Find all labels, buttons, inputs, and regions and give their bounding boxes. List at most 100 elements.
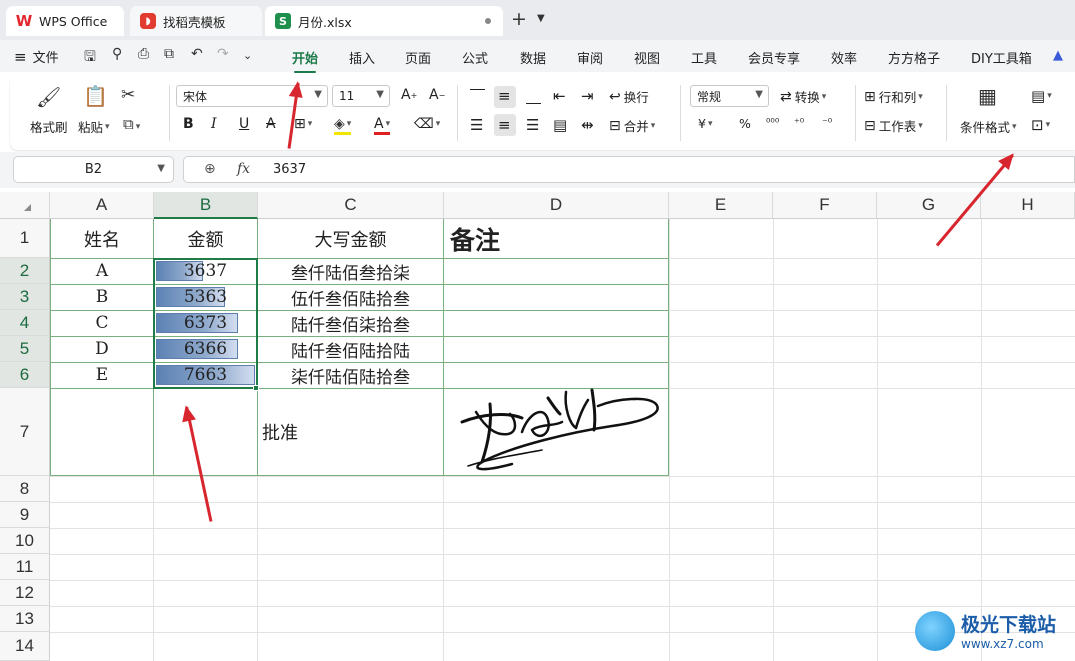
align-left-icon[interactable]: ☰ <box>470 116 483 134</box>
worksheet-button[interactable]: ⊟ 工作表 ▾ <box>864 116 923 135</box>
tab-fangfang[interactable]: 方方格子 <box>888 48 940 67</box>
conditional-format-button[interactable]: 条件格式 ▾ <box>960 117 1017 136</box>
tab-wps-office[interactable]: W WPS Office <box>6 6 124 36</box>
ai-icon[interactable]: ▲ <box>1053 48 1063 63</box>
decrease-decimal-icon[interactable]: ⁻⁰ <box>822 116 832 129</box>
cell-a3[interactable]: B <box>51 284 153 310</box>
col-header-e[interactable]: E <box>669 192 773 219</box>
tab-member[interactable]: 会员专享 <box>748 48 800 67</box>
currency-button[interactable]: ¥ ▾ <box>698 116 712 131</box>
font-color-button[interactable]: A ▾ <box>374 116 391 135</box>
row-header-5[interactable]: 5 <box>0 336 50 362</box>
undo-icon[interactable]: ↶ <box>191 46 203 62</box>
cell-c7[interactable]: 批准 <box>262 388 442 476</box>
cell-style-icon[interactable]: ▤ ▾ <box>1031 87 1052 105</box>
tab-list-chevron-icon[interactable]: ▼ <box>537 13 545 24</box>
save-icon[interactable]: 🖫 <box>84 46 96 70</box>
tab-formula[interactable]: 公式 <box>462 48 488 67</box>
tab-tools[interactable]: 工具 <box>691 48 717 67</box>
font-name-select[interactable]: 宋体 ▼ <box>176 85 328 107</box>
cell-d1[interactable]: 备注 <box>450 219 668 258</box>
tab-template[interactable]: ◗ 找稻壳模板 <box>130 6 262 36</box>
cell-c6[interactable]: 柒仟陆佰陆拾叁 <box>258 362 443 388</box>
cell-a2[interactable]: A <box>51 258 153 284</box>
signature-image[interactable] <box>452 384 664 476</box>
format-painter-button[interactable]: 格式刷 <box>30 117 68 136</box>
cut-icon[interactable]: ✂ <box>121 85 135 105</box>
tab-insert[interactable]: 插入 <box>349 48 375 67</box>
file-menu[interactable]: ≡ 文件 <box>14 47 59 67</box>
thousands-icon[interactable]: ⁰⁰⁰ <box>766 116 779 129</box>
distribute-icon[interactable]: ⇹ <box>581 116 594 134</box>
row-header-12[interactable]: 12 <box>0 580 50 606</box>
wrap-text-button[interactable]: ↩ 换行 <box>609 87 649 106</box>
align-bottom-icon[interactable]: ⎽ <box>526 87 541 105</box>
share-icon[interactable]: ⚲ <box>112 46 122 62</box>
convert-button[interactable]: ⇄ 转换 ▾ <box>780 87 826 106</box>
print-icon[interactable]: ⎙ <box>138 46 149 62</box>
font-size-select[interactable]: 11 ▼ <box>332 85 390 107</box>
cell-c1[interactable]: 大写金额 <box>258 219 443 258</box>
copy-icon[interactable]: ⧉ ▾ <box>123 115 140 133</box>
font-increase-icon[interactable]: A + <box>401 87 417 103</box>
row-header-10[interactable]: 10 <box>0 528 50 554</box>
add-tab-button[interactable]: + <box>511 8 527 30</box>
bold-button[interactable]: B <box>183 116 194 132</box>
fill-color-button[interactable]: ◈ ▾ <box>334 116 352 135</box>
border-button[interactable]: ⊞ ▾ <box>294 116 312 132</box>
cell-a1[interactable]: 姓名 <box>51 219 153 258</box>
tab-data[interactable]: 数据 <box>520 48 546 67</box>
align-top-icon[interactable]: ⎺ <box>470 87 485 105</box>
row-header-1[interactable]: 1 <box>0 219 50 258</box>
cell-c5[interactable]: 陆仟叁佰陆拾陆 <box>258 336 443 362</box>
print-preview-icon[interactable]: ⧉ <box>164 46 174 62</box>
increase-decimal-icon[interactable]: ⁺⁰ <box>794 116 804 129</box>
indent-increase-icon[interactable]: ⇥ <box>581 87 594 105</box>
tab-view[interactable]: 视图 <box>634 48 660 67</box>
row-header-7[interactable]: 7 <box>0 388 50 476</box>
col-header-h[interactable]: H <box>981 192 1075 219</box>
name-box[interactable]: B2 ▼ <box>13 156 174 183</box>
cell-b1[interactable]: 金额 <box>154 219 257 258</box>
tab-efficiency[interactable]: 效率 <box>831 48 857 67</box>
cell-a6[interactable]: E <box>51 362 153 388</box>
strikethrough-button[interactable]: A <box>266 116 276 132</box>
tab-page[interactable]: 页面 <box>405 48 431 67</box>
col-header-d[interactable]: D <box>444 192 669 219</box>
quick-access-more-icon[interactable]: ⌄ <box>243 49 252 62</box>
indent-decrease-icon[interactable]: ⇤ <box>553 87 566 105</box>
percent-button[interactable]: % <box>739 116 751 131</box>
cell-c3[interactable]: 伍仟叁佰陆拾叁 <box>258 284 443 310</box>
cell-c2[interactable]: 叁仟陆佰叁拾柒 <box>258 258 443 284</box>
formula-input[interactable]: ⊕ fx 3637 <box>183 156 1075 183</box>
cell-a4[interactable]: C <box>51 310 153 336</box>
row-header-14[interactable]: 14 <box>0 632 50 661</box>
row-header-11[interactable]: 11 <box>0 554 50 580</box>
row-header-2[interactable]: 2 <box>0 258 50 284</box>
clear-format-button[interactable]: ⌫ ▾ <box>414 116 440 132</box>
cell-c4[interactable]: 陆仟叁佰柒拾叁 <box>258 310 443 336</box>
col-header-g[interactable]: G <box>877 192 981 219</box>
select-all-corner[interactable] <box>0 192 50 219</box>
align-right-icon[interactable]: ☰ <box>526 116 539 134</box>
merge-button[interactable]: ⊟ 合并 ▾ <box>609 116 655 135</box>
underline-button[interactable]: U <box>239 116 249 132</box>
align-center-icon[interactable]: ≡ <box>498 116 511 134</box>
align-middle-icon[interactable]: ≡ <box>498 87 511 105</box>
fill-handle[interactable] <box>253 385 259 391</box>
cell-a5[interactable]: D <box>51 336 153 362</box>
function-icon[interactable]: fx <box>237 161 250 177</box>
tab-diy-toolbox[interactable]: DIY工具箱 <box>971 48 1032 67</box>
tab-review[interactable]: 审阅 <box>577 48 603 67</box>
italic-button[interactable]: I <box>211 116 217 132</box>
col-header-c[interactable]: C <box>258 192 444 219</box>
row-header-13[interactable]: 13 <box>0 606 50 632</box>
paste-button[interactable]: 粘贴 ▾ <box>78 117 110 136</box>
table-style-icon[interactable]: ⊡ ▾ <box>1031 116 1050 134</box>
row-header-6[interactable]: 6 <box>0 362 50 388</box>
row-col-button[interactable]: ⊞ 行和列 ▾ <box>864 87 923 106</box>
row-header-3[interactable]: 3 <box>0 284 50 310</box>
justify-icon[interactable]: ▤ <box>553 116 567 134</box>
font-decrease-icon[interactable]: A − <box>429 87 445 103</box>
number-format-select[interactable]: 常规 ▼ <box>690 85 769 107</box>
